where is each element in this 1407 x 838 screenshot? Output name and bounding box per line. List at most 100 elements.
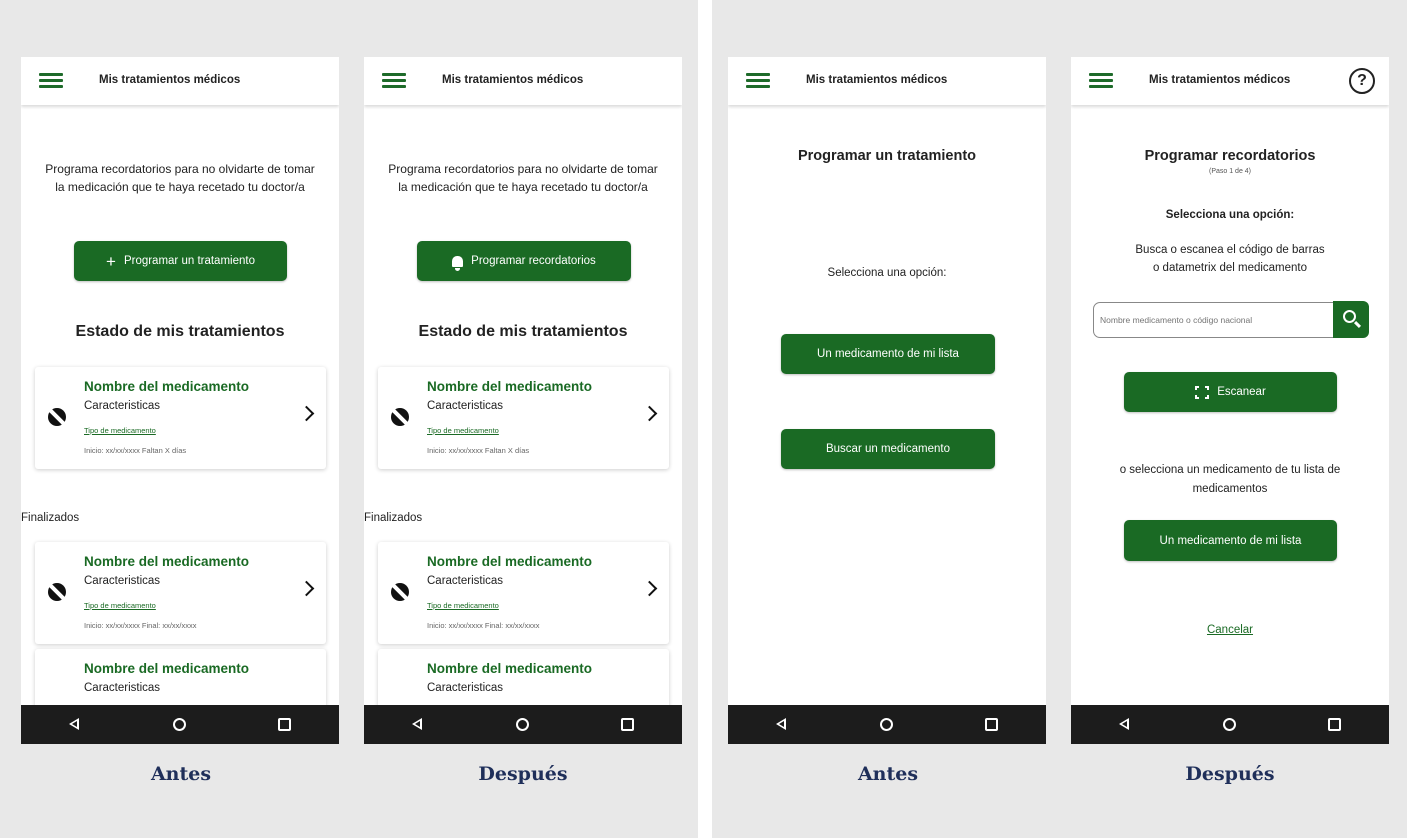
medication-type-link[interactable]: Tipo de medicamento <box>427 426 499 435</box>
treatment-card-finished[interactable]: Nombre del medicamento Caracteristicas T… <box>35 542 326 644</box>
button-label: Programar un tratamiento <box>123 255 255 267</box>
home-icon[interactable] <box>880 718 893 731</box>
app-title: Mis tratamientos médicos <box>442 74 584 86</box>
medication-dates: Inicio: xx/xx/xxxx Faltan X días <box>427 446 530 455</box>
android-nav-bar <box>728 705 1046 744</box>
treatment-card-active[interactable]: Nombre del medicamento Caracteristicas T… <box>378 367 669 469</box>
help-icon[interactable]: ? <box>1349 68 1375 94</box>
medication-name: Nombre del medicamento <box>427 379 593 394</box>
phone-screen-schedule-after: Mis tratamientos médicos ? Programar rec… <box>1071 57 1389 744</box>
schedule-treatment-button[interactable]: + Programar un tratamiento <box>74 241 287 281</box>
step-indicator: (Paso 1 de 4) <box>1208 168 1252 175</box>
option-prompt: Selecciona una opción: <box>827 267 947 279</box>
hamburger-icon[interactable] <box>382 73 406 89</box>
intro-text: Programa recordatorios para no olvidarte… <box>388 162 658 194</box>
bell-icon <box>452 255 464 271</box>
medication-name: Nombre del medicamento <box>427 661 593 676</box>
pill-icon <box>48 408 66 426</box>
medication-type-link[interactable]: Tipo de medicamento <box>84 601 156 610</box>
medication-type-link[interactable]: Tipo de medicamento <box>84 426 156 435</box>
phone-screen-schedule-before: Mis tratamientos médicos Programar un tr… <box>728 57 1046 744</box>
comparison-panel-schedule: Mis tratamientos médicos Programar un tr… <box>712 0 1407 838</box>
treatment-card-finished[interactable]: Nombre del medicamento Caracteristicas T… <box>378 542 669 644</box>
search-input-wrapper[interactable] <box>1093 302 1355 338</box>
back-icon[interactable] <box>412 718 422 730</box>
caption-after: Después <box>1185 763 1275 785</box>
app-title: Mis tratamientos médicos <box>99 74 241 86</box>
scan-icon <box>1195 385 1210 399</box>
home-icon[interactable] <box>1223 718 1236 731</box>
android-nav-bar <box>1071 705 1389 744</box>
medication-name: Nombre del medicamento <box>84 661 250 676</box>
hamburger-icon[interactable] <box>746 73 770 89</box>
button-label: Programar recordatorios <box>471 255 596 267</box>
android-nav-bar <box>364 705 682 744</box>
button-label: Un medicamento de mi lista <box>1159 534 1302 547</box>
screen-heading: Programar un tratamiento <box>797 148 977 164</box>
phone-screen-home-after: Mis tratamientos médicos Programa record… <box>364 57 682 744</box>
caption-after: Después <box>478 763 568 785</box>
chevron-right-icon[interactable] <box>641 405 658 422</box>
chevron-right-icon[interactable] <box>641 580 658 597</box>
schedule-reminders-button[interactable]: Programar recordatorios <box>417 241 631 281</box>
recent-apps-icon[interactable] <box>621 718 634 731</box>
search-medication-button[interactable]: Buscar un medicamento <box>781 429 995 469</box>
screen-heading: Programar recordatorios <box>1144 148 1316 164</box>
medication-dates: Inicio: xx/xx/xxxx Faltan X días <box>84 446 187 455</box>
finished-section-label: Finalizados <box>364 512 423 524</box>
home-icon[interactable] <box>516 718 529 731</box>
treatment-card-active[interactable]: Nombre del medicamento Caracteristicas T… <box>35 367 326 469</box>
medication-characteristics: Caracteristicas <box>427 575 504 587</box>
status-heading: Estado de mis tratamientos <box>75 323 285 340</box>
medication-characteristics: Caracteristicas <box>427 682 504 694</box>
recent-apps-icon[interactable] <box>985 718 998 731</box>
android-nav-bar <box>21 705 339 744</box>
chevron-right-icon[interactable] <box>298 580 315 597</box>
app-bar: Mis tratamientos médicos <box>364 57 682 105</box>
app-title: Mis tratamientos médicos <box>806 74 948 86</box>
medication-type-link[interactable]: Tipo de medicamento <box>427 601 499 610</box>
comparison-panel-home: Mis tratamientos médicos Programa record… <box>0 0 698 838</box>
back-icon[interactable] <box>776 718 786 730</box>
search-icon-handle <box>1353 320 1362 329</box>
cancel-link[interactable]: Cancelar <box>1071 624 1389 636</box>
pill-icon <box>48 583 66 601</box>
hamburger-icon[interactable] <box>1089 73 1113 89</box>
medication-characteristics: Caracteristicas <box>84 682 161 694</box>
medication-characteristics: Caracteristicas <box>84 575 161 587</box>
phone-screen-home-before: Mis tratamientos médicos Programa record… <box>21 57 339 744</box>
my-list-medication-button[interactable]: Un medicamento de mi lista <box>1124 520 1337 561</box>
home-icon[interactable] <box>173 718 186 731</box>
caption-before: Antes <box>150 763 212 785</box>
medication-name: Nombre del medicamento <box>427 554 593 569</box>
medication-name: Nombre del medicamento <box>84 554 250 569</box>
status-heading: Estado de mis tratamientos <box>418 323 628 340</box>
medication-name: Nombre del medicamento <box>84 379 250 394</box>
pill-icon <box>391 583 409 601</box>
recent-apps-icon[interactable] <box>278 718 291 731</box>
pill-icon <box>391 408 409 426</box>
scan-button[interactable]: Escanear <box>1124 372 1337 412</box>
chevron-right-icon[interactable] <box>298 405 315 422</box>
button-label: Buscar un medicamento <box>825 443 950 455</box>
app-title: Mis tratamientos médicos <box>1149 74 1291 86</box>
caption-before: Antes <box>857 763 919 785</box>
medication-characteristics: Caracteristicas <box>84 400 161 412</box>
recent-apps-icon[interactable] <box>1328 718 1341 731</box>
button-label: Un medicamento de mi lista <box>817 348 959 360</box>
button-label: Escanear <box>1217 386 1266 398</box>
my-list-medication-button[interactable]: Un medicamento de mi lista <box>781 334 995 374</box>
hamburger-icon[interactable] <box>39 73 63 89</box>
search-input[interactable] <box>1094 303 1354 337</box>
search-button[interactable] <box>1333 301 1369 338</box>
or-select-text: o selecciona un medicamento de tu lista … <box>1119 464 1341 495</box>
plus-icon: + <box>106 251 116 271</box>
search-instructions: Busca o escanea el código de barras o da… <box>1135 244 1325 274</box>
app-bar: Mis tratamientos médicos ? <box>1071 57 1389 105</box>
back-icon[interactable] <box>69 718 79 730</box>
intro-text: Programa recordatorios para no olvidarte… <box>45 162 315 194</box>
medication-dates: Inicio: xx/xx/xxxx Final: xx/xx/xxxx <box>84 621 197 630</box>
medication-dates: Inicio: xx/xx/xxxx Final: xx/xx/xxxx <box>427 621 540 630</box>
medication-characteristics: Caracteristicas <box>427 400 504 412</box>
back-icon[interactable] <box>1119 718 1129 730</box>
